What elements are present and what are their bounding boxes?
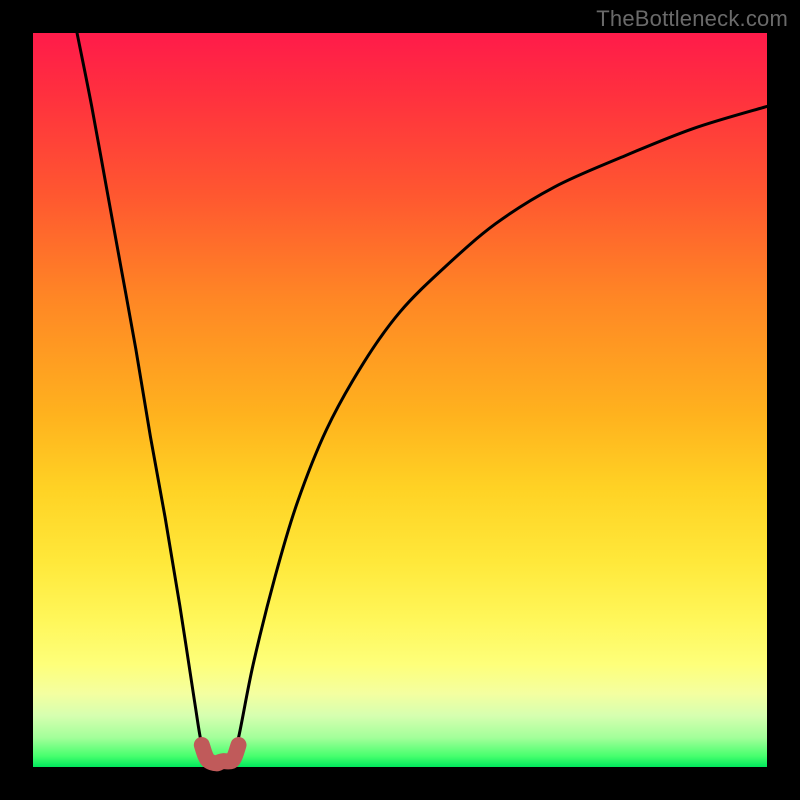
curves-svg (33, 33, 767, 767)
nub-curve (202, 745, 239, 763)
left-branch-curve (77, 33, 209, 760)
right-branch-curve (231, 106, 767, 759)
outer-frame: TheBottleneck.com (0, 0, 800, 800)
plot-area (33, 33, 767, 767)
attribution-text: TheBottleneck.com (596, 6, 788, 32)
